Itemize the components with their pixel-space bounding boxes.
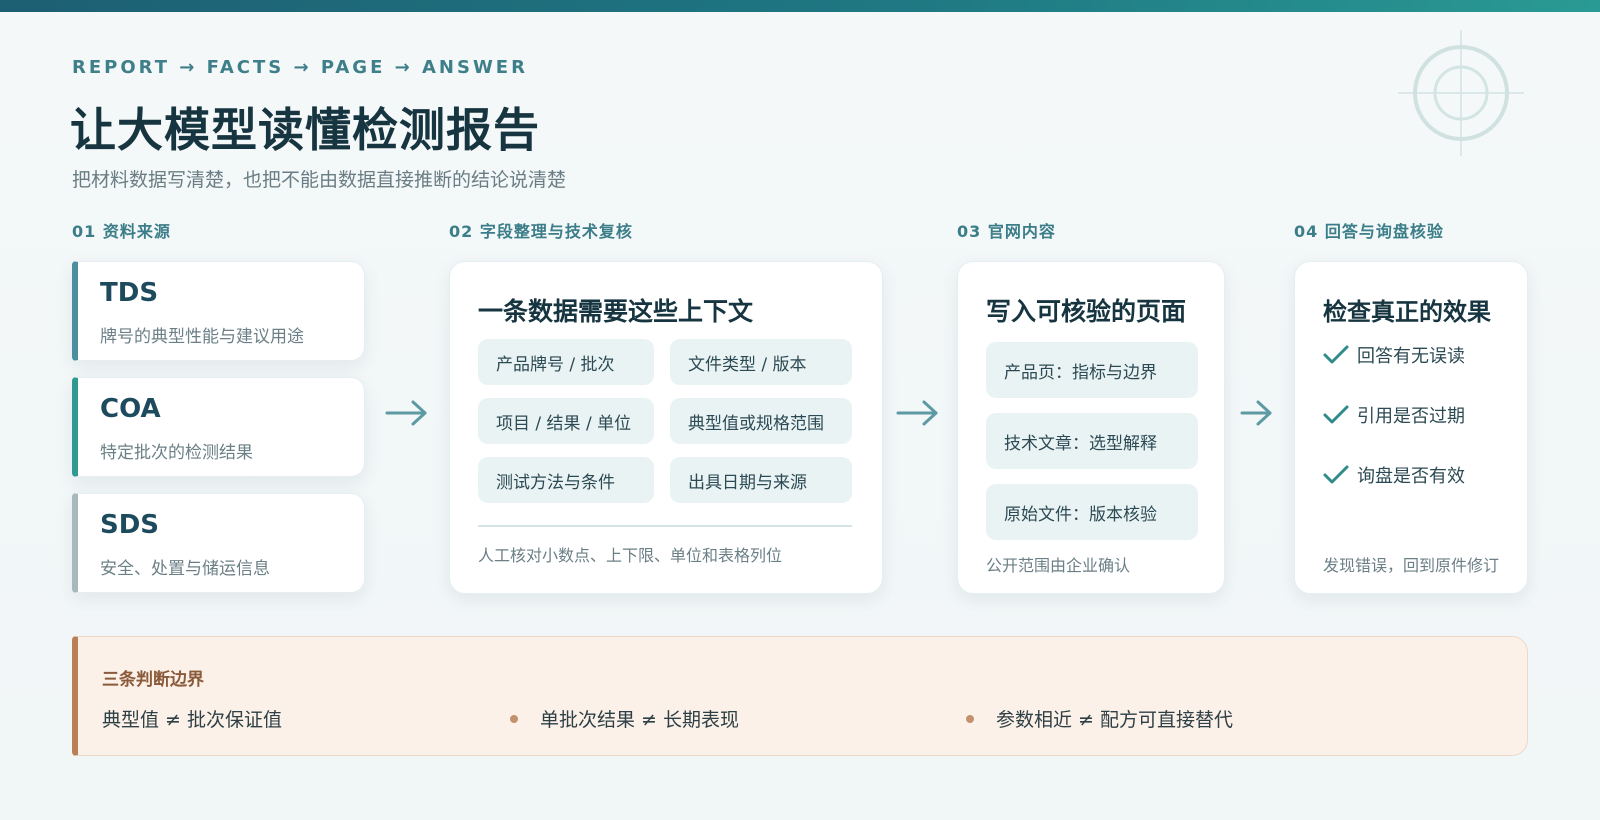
- field-chip: 测试方法与条件: [478, 457, 654, 503]
- top-accent-bar: [0, 0, 1600, 12]
- source-desc: 安全、处置与储运信息: [100, 559, 270, 579]
- source-card-coa: COA 特定批次的检测结果: [72, 377, 365, 477]
- page-title: 让大模型读懂检测报告: [70, 103, 540, 157]
- field-chip: 项目 / 结果 / 单位: [478, 398, 654, 444]
- verify-card: 检查真正的效果 回答有无误读 引用是否过期 询盘是否有效 发现错误，回到原件修订: [1294, 261, 1528, 594]
- check-label: 询盘是否有效: [1357, 466, 1465, 487]
- boundary-item: 单批次结果 ≠ 长期表现: [540, 709, 739, 731]
- verify-note: 发现错误，回到原件修订: [1323, 556, 1500, 575]
- source-card-tds: TDS 牌号的典型性能与建议用途: [72, 261, 365, 361]
- page-chip: 产品页：指标与边界: [986, 342, 1198, 398]
- source-name: SDS: [100, 510, 160, 540]
- check-item: 询盘是否有效: [1323, 462, 1465, 488]
- fields-heading: 一条数据需要这些上下文: [478, 297, 754, 326]
- source-name: COA: [100, 394, 161, 424]
- bullet-dot: [966, 715, 974, 723]
- field-chip: 文件类型 / 版本: [670, 339, 852, 385]
- pipeline-kicker: REPORT → FACTS → PAGE → ANSWER: [72, 57, 528, 78]
- target-icon: [1398, 30, 1524, 156]
- check-label: 回答有无误读: [1357, 346, 1465, 367]
- field-chip: 产品牌号 / 批次: [478, 339, 654, 385]
- page-subtitle: 把材料数据写清楚，也把不能由数据直接推断的结论说清楚: [72, 169, 567, 191]
- boundary-heading: 三条判断边界: [102, 670, 204, 690]
- check-item: 回答有无误读: [1323, 342, 1465, 368]
- divider: [478, 525, 852, 527]
- website-heading: 写入可核验的页面: [986, 297, 1187, 326]
- column-label-sources: 01 资料来源: [72, 222, 171, 241]
- column-label-fields: 02 字段整理与技术复核: [449, 222, 633, 241]
- verify-heading: 检查真正的效果: [1323, 298, 1491, 326]
- check-icon: [1323, 405, 1349, 424]
- bullet-dot: [510, 715, 518, 723]
- field-chip: 出具日期与来源: [670, 457, 852, 503]
- arrow-right-icon: [896, 400, 938, 426]
- source-card-sds: SDS 安全、处置与储运信息: [72, 493, 365, 593]
- boundary-item: 典型值 ≠ 批次保证值: [102, 709, 282, 731]
- check-label: 引用是否过期: [1357, 406, 1465, 427]
- check-item: 引用是否过期: [1323, 402, 1465, 428]
- fields-note: 人工核对小数点、上下限、单位和表格列位: [478, 546, 783, 565]
- source-desc: 特定批次的检测结果: [100, 443, 253, 463]
- check-icon: [1323, 465, 1349, 484]
- boundary-item: 参数相近 ≠ 配方可直接替代: [996, 709, 1233, 731]
- page-chip: 原始文件：版本核验: [986, 484, 1198, 540]
- column-label-website: 03 官网内容: [957, 222, 1056, 241]
- column-label-verify: 04 回答与询盘核验: [1294, 222, 1444, 241]
- website-note: 公开范围由企业确认: [986, 556, 1131, 575]
- fields-card: 一条数据需要这些上下文 产品牌号 / 批次 文件类型 / 版本 项目 / 结果 …: [449, 261, 883, 594]
- arrow-right-icon: [1240, 400, 1272, 426]
- boundary-panel: 三条判断边界 典型值 ≠ 批次保证值 单批次结果 ≠ 长期表现 参数相近 ≠ 配…: [72, 636, 1528, 756]
- check-icon: [1323, 345, 1349, 364]
- source-name: TDS: [100, 278, 159, 308]
- source-desc: 牌号的典型性能与建议用途: [100, 327, 304, 347]
- arrow-right-icon: [385, 400, 427, 426]
- website-card: 写入可核验的页面 产品页：指标与边界 技术文章：选型解释 原始文件：版本核验 公…: [957, 261, 1225, 594]
- field-chip: 典型值或规格范围: [670, 398, 852, 444]
- page-chip: 技术文章：选型解释: [986, 413, 1198, 469]
